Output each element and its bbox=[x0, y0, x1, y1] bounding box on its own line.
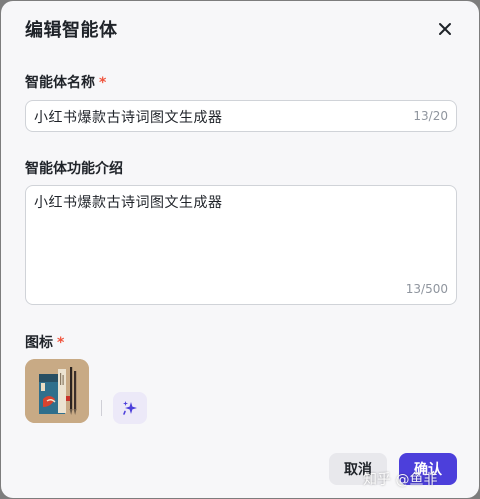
agent-icon-image[interactable] bbox=[25, 359, 89, 423]
name-field-label: 智能体名称 * bbox=[25, 72, 106, 92]
watermark-text: 知乎 @鱼非 bbox=[363, 472, 438, 488]
agent-name-input[interactable]: 小红书爆款古诗词图文生成器 13/20 bbox=[25, 100, 457, 132]
close-icon bbox=[439, 23, 451, 35]
agent-intro-counter: 13/500 bbox=[405, 282, 448, 296]
required-mark: * bbox=[99, 75, 107, 91]
required-mark: * bbox=[57, 335, 65, 351]
ai-generate-icon-button[interactable] bbox=[113, 392, 147, 424]
agent-intro-value: 小红书爆款古诗词图文生成器 bbox=[34, 195, 223, 211]
agent-name-value: 小红书爆款古诗词图文生成器 bbox=[34, 110, 223, 126]
agent-intro-textarea[interactable]: 小红书爆款古诗词图文生成器 13/500 bbox=[25, 185, 457, 305]
dialog-title: 编辑智能体 bbox=[25, 20, 118, 41]
edit-agent-dialog: 编辑智能体 智能体名称 * 小红书爆款古诗词图文生成器 13/20 智能体功能介绍… bbox=[1, 1, 479, 498]
close-button[interactable] bbox=[433, 17, 457, 41]
intro-field-label: 智能体功能介绍 bbox=[25, 161, 123, 177]
sparkle-icon bbox=[123, 401, 137, 415]
agent-name-counter: 13/20 bbox=[413, 109, 448, 123]
icon-field-label: 图标 * bbox=[25, 332, 64, 352]
icon-label-text: 图标 bbox=[25, 335, 53, 351]
icon-divider bbox=[101, 400, 102, 416]
book-cover-icon bbox=[25, 359, 89, 423]
name-label-text: 智能体名称 bbox=[25, 75, 95, 91]
